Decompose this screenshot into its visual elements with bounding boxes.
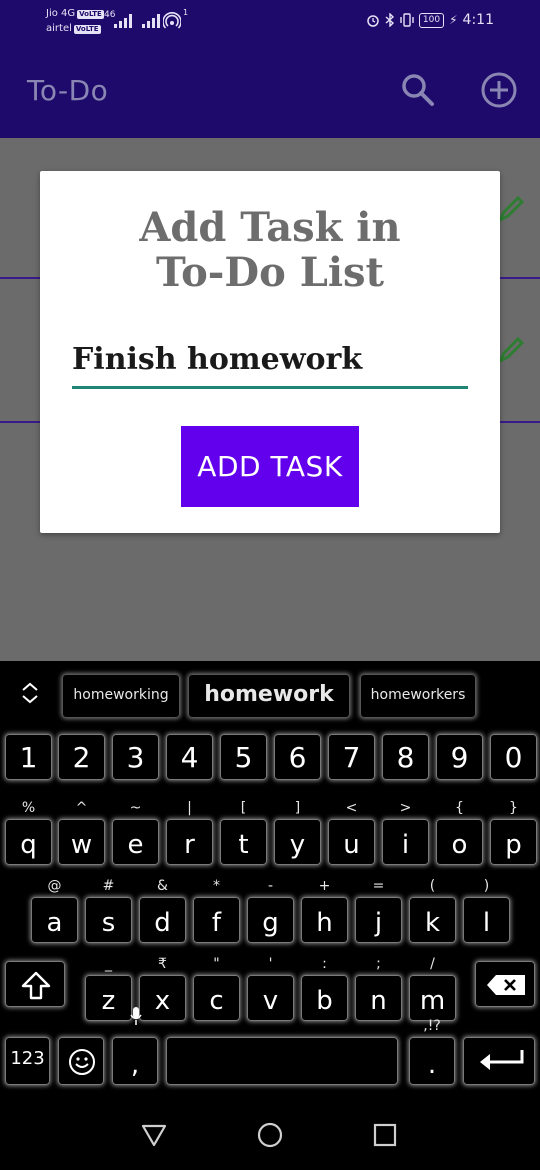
carrier-info: Jio 4G VoLTE airtel VoLTE [46, 6, 104, 36]
home-icon[interactable] [257, 1122, 283, 1148]
enter-icon [480, 1050, 524, 1070]
volte-badge: VoLTE [77, 10, 104, 19]
suggestion-1[interactable]: homeworking [62, 674, 180, 718]
shift-icon [21, 971, 51, 1000]
key-0[interactable]: 0 [490, 734, 537, 780]
emoji-key[interactable] [58, 1037, 104, 1085]
key-t[interactable]: [t [220, 800, 267, 865]
backspace-icon [487, 975, 525, 995]
space-key[interactable] [166, 1037, 398, 1085]
add-circle-icon[interactable] [479, 70, 519, 110]
backspace-key[interactable] [475, 961, 535, 1007]
signal-icon [114, 14, 132, 28]
add-task-dialog: Add Task in To-Do List ADD TASK [40, 171, 500, 533]
key-v[interactable]: ' v [247, 956, 294, 1021]
dialog-title: Add Task in To-Do List [139, 204, 401, 296]
key-r[interactable]: | r [166, 800, 213, 865]
key-d[interactable]: & d [139, 878, 186, 943]
key-2[interactable]: 2 [58, 734, 105, 780]
vibrate-icon [400, 13, 414, 27]
comma-key[interactable]: , [112, 1007, 158, 1085]
key-l[interactable]: ) l [463, 878, 510, 943]
key-3[interactable]: 3 [112, 734, 159, 780]
app-title: To-Do [27, 74, 109, 107]
key-w[interactable]: ^ w [58, 800, 105, 865]
add-task-button[interactable]: ADD TASK [181, 426, 359, 507]
key-z[interactable]: _ z [85, 956, 132, 1021]
hotspot-icon [163, 12, 181, 29]
bluetooth-icon [385, 13, 394, 27]
carrier-airtel: airtel [46, 23, 72, 34]
key-q[interactable]: % q [5, 800, 52, 865]
key-j[interactable]: = j [355, 878, 402, 943]
edit-icon[interactable] [496, 194, 526, 224]
key-x[interactable]: ₹ x [139, 956, 186, 1021]
key-b[interactable]: :b [301, 956, 348, 1021]
app-bar: To-Do [0, 44, 540, 138]
key-1[interactable]: 1 [5, 734, 52, 780]
key-6[interactable]: 6 [274, 734, 321, 780]
key-a[interactable]: @ a [31, 878, 78, 943]
status-bar: Jio 4G VoLTE airtel VoLTE 46 1 100 ⚡ 4:11 [0, 0, 540, 44]
alarm-icon [367, 15, 379, 27]
key-e[interactable]: ~ e [112, 800, 159, 865]
key-f[interactable]: * f [193, 878, 240, 943]
key-k[interactable]: (k [409, 878, 456, 943]
shift-key[interactable] [5, 961, 65, 1007]
key-y[interactable]: ] y [274, 800, 321, 865]
back-icon[interactable] [141, 1122, 167, 1148]
key-4[interactable]: 4 [166, 734, 213, 780]
key-s[interactable]: # s [85, 878, 132, 943]
soft-keyboard: homeworking homework homeworkers 1 2 3 4… [0, 661, 540, 1094]
volte-badge-2: VoLTE [73, 25, 101, 34]
status-right: 100 ⚡ 4:11 [366, 12, 494, 28]
suggestion-bar: homeworking homework homeworkers [0, 661, 540, 725]
hotspot-count: 1 [183, 8, 189, 17]
expand-toggle-icon[interactable] [16, 679, 44, 707]
key-m[interactable]: / m [409, 956, 456, 1021]
suggestion-3[interactable]: homeworkers [360, 674, 476, 718]
search-icon[interactable] [398, 70, 438, 110]
key-5[interactable]: 5 [220, 734, 267, 780]
suggestion-2[interactable]: homework [188, 674, 350, 718]
key-7[interactable]: 7 [328, 734, 375, 780]
edit-icon[interactable] [496, 335, 526, 365]
emoji-icon [69, 1049, 95, 1075]
numbers-key[interactable]: 123 [5, 1037, 50, 1085]
mic-icon [130, 1007, 142, 1025]
key-p[interactable]: } p [490, 800, 537, 865]
battery-level: 100 [418, 12, 445, 28]
signal-icon-2 [142, 14, 160, 28]
task-input[interactable] [72, 333, 468, 389]
key-o[interactable]: {o [436, 800, 483, 865]
key-8[interactable]: 8 [382, 734, 429, 780]
navigation-bar [0, 1094, 540, 1170]
enter-key[interactable] [463, 1037, 535, 1085]
key-n[interactable]: ; n [355, 956, 402, 1021]
clock: 4:11 [462, 12, 494, 28]
carrier-jio: Jio 4G [46, 8, 76, 19]
charging-icon: ⚡ [449, 13, 458, 27]
key-h[interactable]: + h [301, 878, 348, 943]
key-c[interactable]: " c [193, 956, 240, 1021]
key-u[interactable]: < u [328, 800, 375, 865]
period-key[interactable]: ,!?. [409, 1018, 455, 1085]
recents-icon[interactable] [372, 1122, 398, 1148]
key-i[interactable]: > i [382, 800, 429, 865]
key-9[interactable]: 9 [436, 734, 483, 780]
key-g[interactable]: -g [247, 878, 294, 943]
